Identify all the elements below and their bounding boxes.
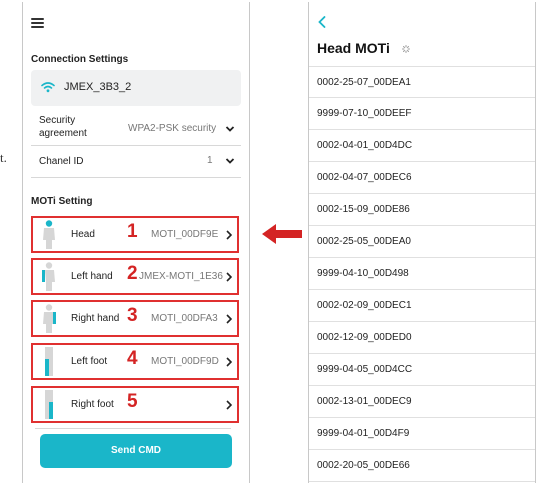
divider — [31, 177, 241, 178]
hamburger-icon[interactable] — [31, 18, 44, 28]
list-item[interactable]: 9999-04-10_00D498 — [309, 258, 535, 290]
callout-number: 3 — [127, 305, 138, 326]
list-item[interactable]: 0002-04-07_00DEC6 — [309, 162, 535, 194]
spinner-icon — [402, 45, 410, 53]
body-figure-icon — [43, 220, 55, 249]
chevron-left-icon[interactable] — [318, 16, 326, 28]
list-item[interactable]: 9999-04-01_00D4F9 — [309, 418, 535, 450]
chevron-down-icon[interactable] — [225, 125, 235, 133]
list-item[interactable]: 0002-13-01_00DEC9 — [309, 386, 535, 418]
moti-device-value: MOTI_00DF9E — [151, 229, 219, 240]
moti-device-value: JMEX-MOTI_1E36 — [139, 271, 223, 282]
moti-row-head[interactable]: Head 1 MOTI_00DF9E — [31, 216, 247, 253]
callout-number: 2 — [127, 263, 138, 284]
body-figure-icon — [45, 390, 53, 419]
settings-screen: Connection Settings JMEX_3B3_2 Security … — [22, 2, 250, 483]
divider — [31, 145, 241, 146]
moti-device-value: MOTI_00DFA3 — [151, 313, 218, 324]
list-item[interactable]: 0002-20-05_00DE66 — [309, 450, 535, 482]
moti-label: Head — [71, 229, 95, 240]
divider — [35, 428, 231, 429]
moti-row-left-hand[interactable]: Left hand 2 JMEX-MOTI_1E36 — [31, 258, 247, 295]
callout-number: 5 — [127, 391, 138, 412]
moti-setting-title: MOTi Setting — [31, 196, 93, 207]
page-title: Head MOTi — [317, 40, 390, 56]
stray-text: t. — [0, 150, 7, 165]
security-agreement-label: Security agreement — [39, 115, 87, 139]
chevron-down-icon[interactable] — [225, 157, 235, 165]
arrow-left-icon — [262, 224, 302, 244]
moti-label: Left hand — [71, 271, 113, 282]
list-item[interactable]: 0002-04-01_00D4DC — [309, 130, 535, 162]
wifi-icon — [41, 82, 55, 93]
list-item[interactable]: 0002-25-07_00DEA1 — [309, 66, 535, 98]
callout-number: 1 — [127, 221, 138, 242]
head-moti-screen: Head MOTi 0002-25-07_00DEA1 9999-07-10_0… — [308, 2, 536, 483]
list-item[interactable]: 0002-25-05_00DEA0 — [309, 226, 535, 258]
list-item[interactable]: 0002-15-09_00DE86 — [309, 194, 535, 226]
moti-label: Left foot — [71, 356, 108, 367]
moti-row-left-foot[interactable]: Left foot 4 MOTI_00DF9D — [31, 343, 247, 380]
channel-id-label: Chanel ID — [39, 156, 84, 167]
moti-row-right-hand[interactable]: Right hand 3 MOTI_00DFA3 — [31, 300, 247, 337]
wifi-network-selector[interactable]: JMEX_3B3_2 — [31, 70, 241, 106]
connection-settings-title: Connection Settings — [31, 54, 129, 65]
send-cmd-button[interactable]: Send CMD — [40, 434, 232, 468]
wifi-network-name: JMEX_3B3_2 — [64, 81, 132, 93]
security-agreement-value[interactable]: WPA2-PSK security — [128, 123, 216, 134]
chevron-right-icon — [226, 272, 232, 282]
list-item[interactable]: 0002-12-09_00DED0 — [309, 322, 535, 354]
chevron-right-icon — [226, 230, 232, 240]
chevron-right-icon — [226, 357, 232, 367]
chevron-right-icon — [226, 400, 232, 410]
channel-id-value[interactable]: 1 — [207, 155, 213, 166]
body-figure-icon — [45, 347, 53, 376]
moti-row-right-foot[interactable]: Right foot 5 — [31, 386, 247, 423]
list-item[interactable]: 9999-07-10_00DEEF — [309, 98, 535, 130]
device-list: 0002-25-07_00DEA1 9999-07-10_00DEEF 0002… — [309, 66, 535, 482]
moti-label: Right hand — [71, 313, 120, 324]
body-figure-icon — [42, 262, 55, 291]
callout-number: 4 — [127, 348, 138, 369]
body-figure-icon — [43, 304, 56, 333]
list-item[interactable]: 0002-02-09_00DEC1 — [309, 290, 535, 322]
moti-label: Right foot — [71, 399, 114, 410]
chevron-right-icon — [226, 314, 232, 324]
list-item[interactable]: 9999-04-05_00D4CC — [309, 354, 535, 386]
moti-device-value: MOTI_00DF9D — [151, 356, 219, 367]
